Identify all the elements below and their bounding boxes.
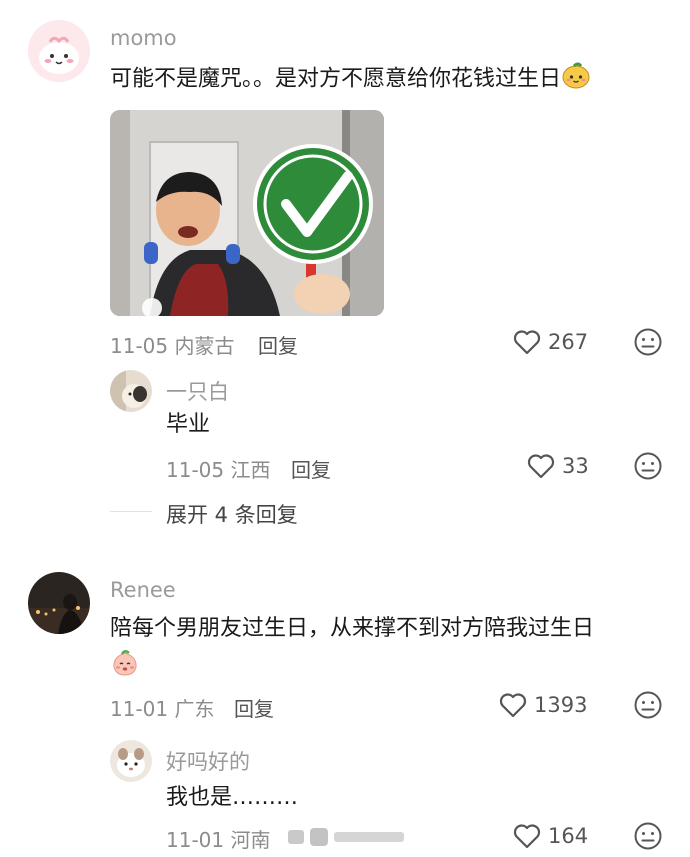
reply-location: 河南 — [230, 828, 271, 852]
heart-outline-icon — [512, 822, 542, 850]
comment-text-line2 — [110, 648, 140, 687]
reply-username[interactable]: 好吗好的 — [166, 746, 250, 776]
comment-item: Renee 陪每个男朋友过生日，从来撑不到对方陪我过生日 11-01 广东 回复… — [0, 0, 690, 857]
reply-text: 我也是……… — [166, 785, 299, 810]
comment-location: 广东 — [174, 697, 215, 721]
reply-meta: 11-01 河南 — [166, 824, 270, 853]
heart-outline-icon — [498, 691, 528, 719]
reply-button[interactable]: 回复 — [234, 693, 274, 722]
comment-text: 陪每个男朋友过生日，从来撑不到对方陪我过生日 — [110, 616, 595, 641]
comment-username[interactable]: Renee — [110, 578, 176, 602]
comment-meta: 11-01 广东 — [110, 693, 214, 722]
comment-date: 11-01 — [110, 697, 169, 721]
like-button[interactable]: 164 — [512, 822, 588, 850]
watermark — [288, 826, 406, 848]
peach-emoji-icon — [110, 648, 140, 687]
like-count: 164 — [548, 824, 589, 848]
like-count: 1393 — [534, 693, 588, 717]
dislike-button[interactable] — [633, 821, 663, 855]
meh-face-icon — [633, 822, 663, 855]
meh-face-icon — [633, 691, 663, 724]
avatar[interactable] — [28, 572, 90, 634]
reply-date: 11-01 — [166, 828, 225, 852]
avatar[interactable] — [110, 740, 152, 782]
dislike-button[interactable] — [633, 690, 663, 724]
like-button[interactable]: 1393 — [498, 691, 587, 719]
